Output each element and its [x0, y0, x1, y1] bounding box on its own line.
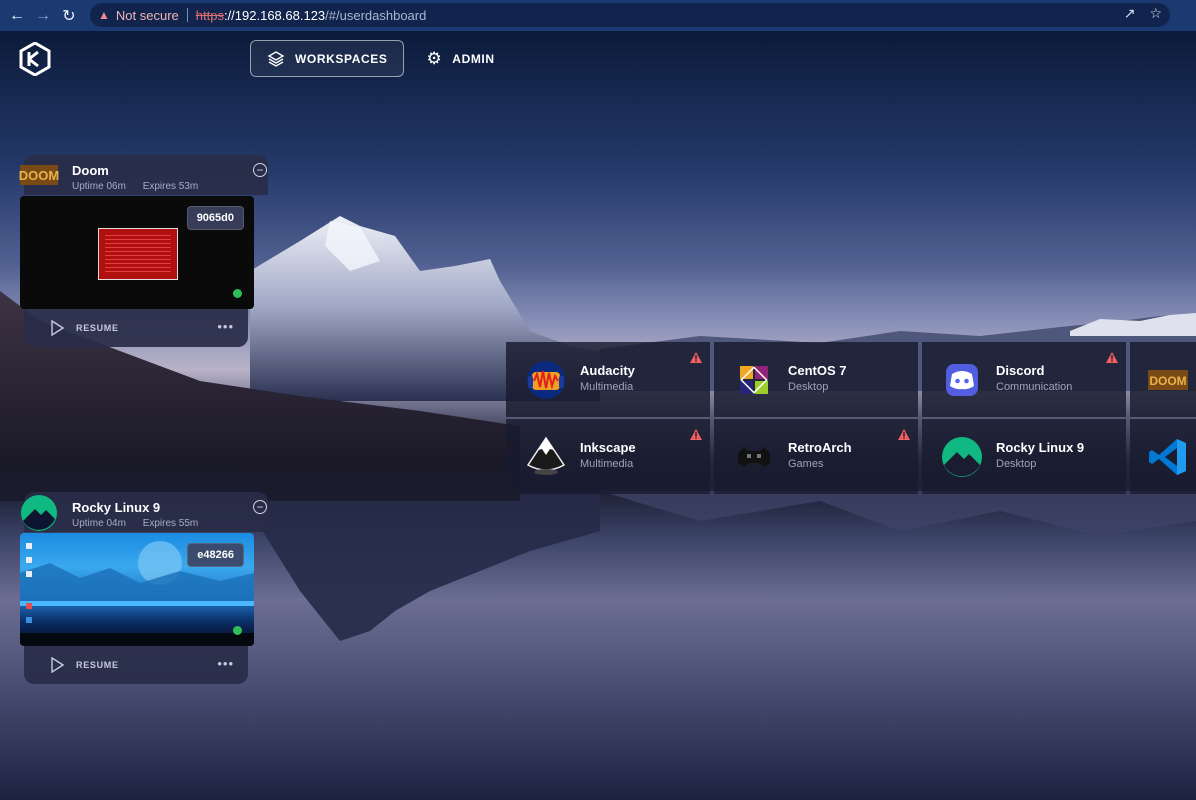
warning-triangle-icon	[898, 429, 910, 440]
layers-icon	[267, 50, 285, 67]
session-expires: Expires 53m	[142, 181, 199, 192]
session-status-dot	[233, 626, 242, 635]
app-category: Multimedia	[580, 381, 634, 393]
app-tile-audacity[interactable]: Audacity Multimedia	[506, 342, 710, 417]
admin-tab[interactable]: ⚙ ADMIN	[410, 40, 510, 77]
resume-label: RESUME	[76, 323, 119, 333]
minimize-session-button[interactable]: −	[253, 163, 267, 177]
app-name: Inkscape	[580, 440, 636, 455]
app-name: Discord	[996, 363, 1045, 378]
app-tile-retroarch[interactable]: RetroArch Games	[714, 419, 918, 494]
discord-icon	[946, 364, 978, 396]
resume-button[interactable]: RESUME	[50, 657, 119, 673]
main-navigation: WORKSPACES ⚙ ADMIN	[250, 40, 511, 77]
app-name: Rocky Linux 9	[996, 440, 1085, 455]
session-header: Rocky Linux 9 Uptime 04m Expires 55m −	[21, 492, 268, 532]
more-options-icon[interactable]: •••	[217, 656, 234, 671]
url-scheme: https	[195, 7, 224, 23]
session-id-badge: e48266	[187, 543, 244, 567]
rocky-linux-icon	[21, 495, 57, 531]
forward-arrow-icon[interactable]: →	[30, 2, 56, 30]
svg-text:DOOM: DOOM	[19, 168, 59, 183]
warning-triangle-icon	[690, 352, 702, 363]
doom-screen-thumbnail	[98, 228, 178, 280]
centos-icon	[740, 366, 768, 394]
app-tile-inkscape[interactable]: Inkscape Multimedia	[506, 419, 710, 494]
app-tile-vscode[interactable]	[1130, 419, 1196, 494]
app-name: CentOS 7	[788, 363, 847, 378]
session-id-badge: 9065d0	[186, 206, 244, 230]
address-separator	[186, 8, 188, 22]
back-arrow-icon[interactable]: ←	[4, 2, 30, 30]
share-icon[interactable]: ↗	[1124, 5, 1136, 22]
not-secure-label: Not secure	[115, 7, 179, 23]
app-name: RetroArch	[788, 440, 852, 455]
inkscape-icon	[526, 436, 566, 475]
session-uptime: Uptime 06m	[72, 181, 126, 192]
app-tile-discord[interactable]: Discord Communication	[922, 342, 1126, 417]
warning-triangle-icon	[690, 429, 702, 440]
browser-toolbar: ← → ↻ ▲ Not secure https://192.168.68.12…	[0, 0, 1196, 31]
minimize-session-button[interactable]: −	[253, 500, 267, 514]
address-bar[interactable]: ▲ Not secure https://192.168.68.123/#/us…	[90, 3, 1170, 27]
app-tile-centos[interactable]: CentOS 7 Desktop	[714, 342, 918, 417]
doom-icon: DOOM	[19, 165, 59, 185]
app-category: Desktop	[788, 381, 829, 393]
session-title: Rocky Linux 9	[72, 500, 161, 515]
workspaces-label: WORKSPACES	[295, 51, 388, 66]
kasm-logo-icon[interactable]	[18, 42, 52, 76]
session-preview[interactable]: 9065d0	[20, 196, 254, 309]
session-uptime: Uptime 04m	[72, 518, 126, 529]
session-status-dot	[233, 289, 242, 298]
session-footer: RESUME •••	[24, 309, 248, 347]
session-title: Doom	[72, 163, 109, 178]
session-preview[interactable]: e48266	[20, 533, 254, 646]
console-text-lines	[105, 235, 171, 273]
reload-icon[interactable]: ↻	[56, 2, 82, 30]
app-category: Multimedia	[580, 458, 634, 470]
bookmark-star-icon[interactable]: ☆	[1149, 5, 1162, 22]
svg-text:DOOM: DOOM	[1149, 374, 1186, 388]
gear-icon: ⚙	[426, 48, 443, 68]
app-category: Desktop	[996, 458, 1037, 470]
workspaces-tab[interactable]: WORKSPACES	[250, 40, 405, 77]
session-expires: Expires 55m	[142, 518, 199, 529]
app-category: Games	[788, 458, 824, 470]
resume-button[interactable]: RESUME	[50, 320, 119, 336]
play-icon	[51, 320, 64, 336]
session-times: Uptime 04m Expires 55m	[72, 518, 198, 529]
resume-label: RESUME	[76, 660, 119, 670]
more-options-icon[interactable]: •••	[217, 319, 234, 334]
session-times: Uptime 06m Expires 53m	[72, 181, 198, 192]
vscode-icon	[1149, 439, 1186, 475]
app-tile-rocky-linux[interactable]: Rocky Linux 9 Desktop	[922, 419, 1126, 494]
play-icon	[51, 657, 64, 673]
doom-icon: DOOM	[1148, 370, 1188, 390]
retroarch-icon	[738, 447, 770, 467]
url-host: ://192.168.68.123	[223, 7, 326, 23]
session-footer: RESUME •••	[24, 646, 248, 684]
app-category: Communication	[996, 381, 1073, 393]
admin-label: ADMIN	[452, 51, 495, 66]
app-tile-doom[interactable]: DOOM	[1130, 342, 1196, 417]
session-header: DOOM Doom Uptime 06m Expires 53m −	[19, 155, 268, 195]
audacity-icon	[527, 361, 565, 399]
rocky-linux-icon	[942, 437, 982, 477]
warning-triangle-icon: ▲	[98, 8, 110, 22]
url-path: /#/userdashboard	[325, 7, 427, 23]
app-name: Audacity	[580, 363, 635, 378]
warning-triangle-icon	[1106, 352, 1118, 363]
